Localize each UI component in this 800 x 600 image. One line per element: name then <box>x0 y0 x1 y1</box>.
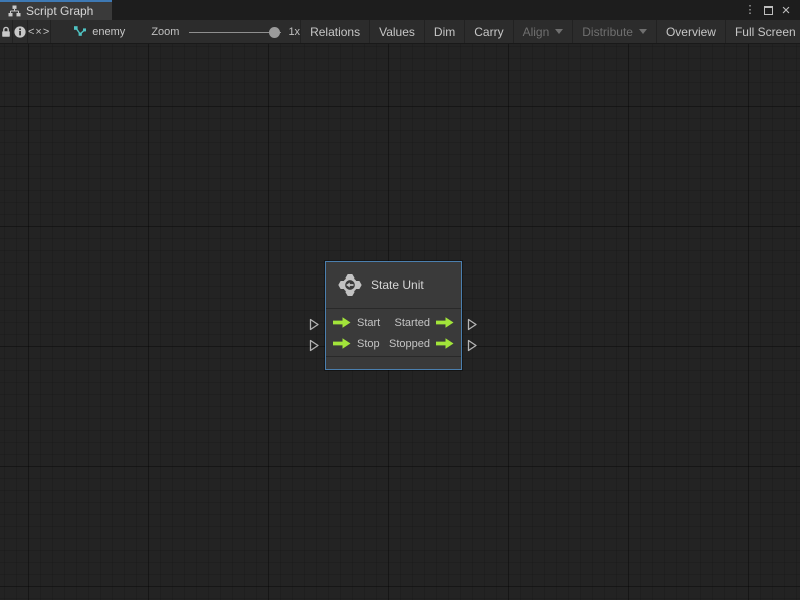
info-icon <box>14 25 26 38</box>
node-title: State Unit <box>371 278 424 292</box>
graph-name: enemy <box>92 25 126 38</box>
output-port-stopped[interactable]: Stopped <box>389 338 454 350</box>
tab-label: Script Graph <box>26 4 94 18</box>
lock-button[interactable] <box>0 20 13 43</box>
code-preview-toggle[interactable]: <×> <box>28 20 52 43</box>
port-row: Start Started <box>326 312 461 333</box>
output-connector-stopped[interactable] <box>467 339 478 352</box>
toolbar-button-group: Relations Values Dim Carry Align Distrib… <box>300 20 800 43</box>
carry-button[interactable]: Carry <box>464 20 512 43</box>
info-button[interactable] <box>13 20 28 43</box>
lock-icon <box>2 26 10 37</box>
node-ports: Start Started Stop Stopped <box>326 309 461 357</box>
node-header[interactable]: State Unit <box>326 262 461 309</box>
zoom-control: Zoom 1x <box>151 20 300 43</box>
flow-arrow-icon <box>333 338 351 349</box>
chevron-down-icon <box>638 29 647 34</box>
relations-button[interactable]: Relations <box>300 20 369 43</box>
more-menu-icon[interactable]: ⋮ <box>741 0 759 20</box>
zoom-slider-track[interactable] <box>189 31 282 33</box>
state-unit-node[interactable]: State Unit Start Started Stop Stopped <box>309 261 477 370</box>
flow-arrow-icon <box>436 317 454 328</box>
zoom-label: Zoom <box>151 25 180 38</box>
align-dropdown: Align <box>512 20 573 43</box>
maximize-icon[interactable] <box>759 0 777 20</box>
window-tab-bar: Script Graph ⋮ × <box>0 0 800 20</box>
hierarchy-icon <box>8 5 21 17</box>
zoom-slider-handle[interactable] <box>269 26 281 38</box>
input-connector-stop[interactable] <box>309 339 320 352</box>
output-connector-started[interactable] <box>467 318 478 331</box>
port-row: Stop Stopped <box>326 333 461 354</box>
input-connector-start[interactable] <box>309 318 320 331</box>
chevron-down-icon <box>555 29 564 34</box>
graph-toolbar: <×> enemy Zoom 1x Relations Values Dim C… <box>0 20 800 44</box>
flow-arrow-icon <box>333 317 351 328</box>
state-unit-icon <box>338 273 362 297</box>
flow-arrow-icon <box>436 338 454 349</box>
values-button[interactable]: Values <box>369 20 424 43</box>
graph-canvas[interactable]: State Unit Start Started Stop Stopped <box>0 44 800 600</box>
overview-button[interactable]: Overview <box>655 20 725 43</box>
output-port-started[interactable]: Started <box>395 317 454 329</box>
zoom-slider[interactable] <box>189 26 282 38</box>
script-graph-icon <box>74 25 87 36</box>
tab-script-graph[interactable]: Script Graph <box>0 0 112 20</box>
input-port-start[interactable]: Start <box>333 317 380 329</box>
node-footer <box>326 357 461 369</box>
graph-breadcrumb[interactable]: enemy <box>73 20 125 43</box>
full-screen-button[interactable]: Full Screen <box>724 20 800 43</box>
zoom-value: 1x <box>288 25 301 38</box>
distribute-dropdown: Distribute <box>572 20 656 43</box>
window-controls: ⋮ × <box>741 0 800 20</box>
code-toggle-glyph: <×> <box>28 25 51 38</box>
dim-button[interactable]: Dim <box>423 20 464 43</box>
close-icon[interactable]: × <box>777 0 795 20</box>
input-port-stop[interactable]: Stop <box>333 338 380 350</box>
